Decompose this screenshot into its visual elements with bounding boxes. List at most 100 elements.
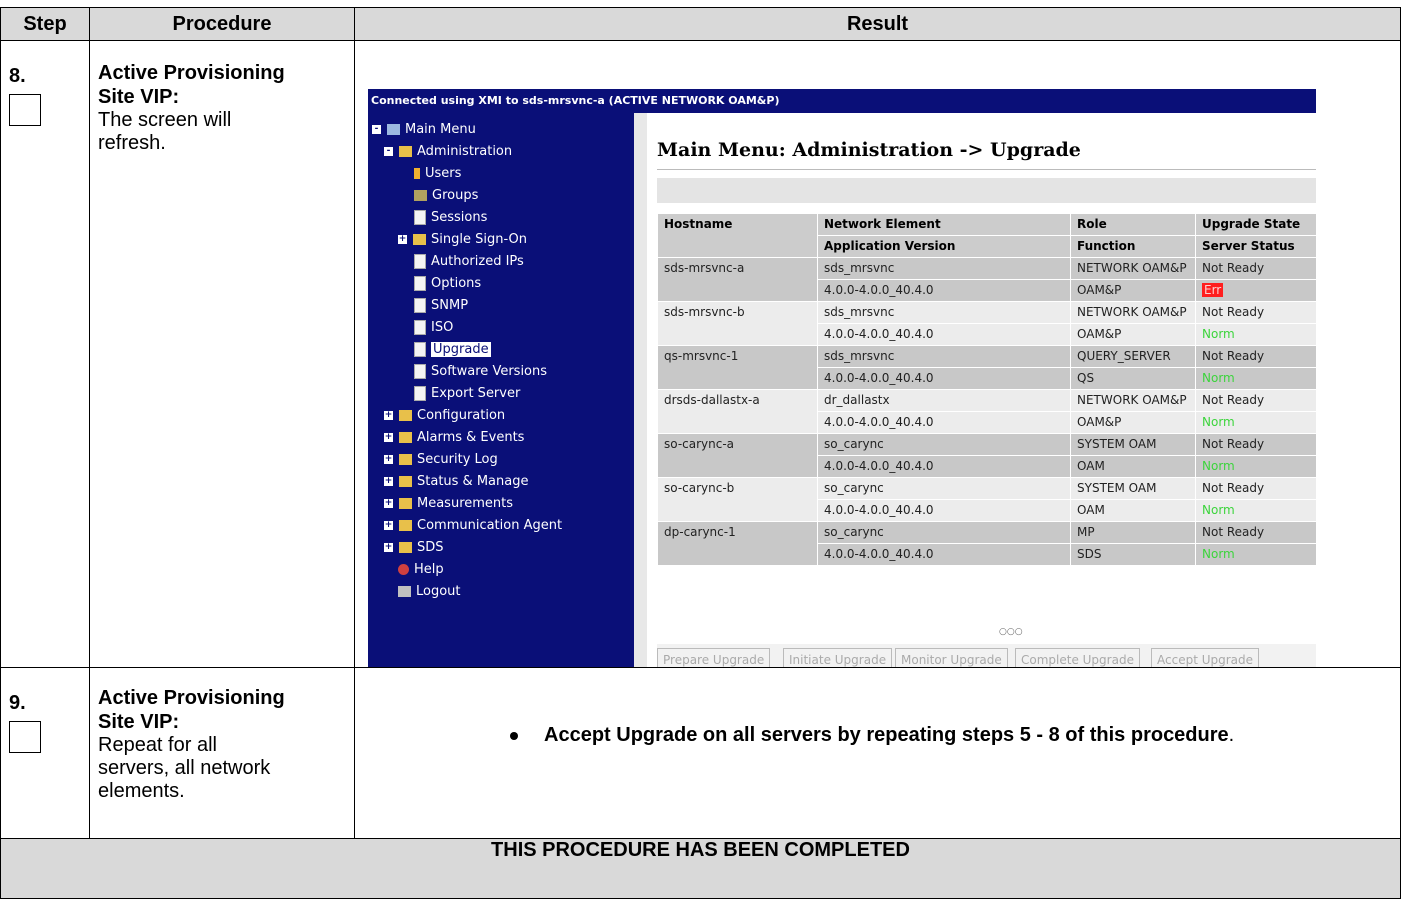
nav-configuration[interactable]: + Configuration	[384, 405, 505, 426]
step-checkbox[interactable]	[9, 94, 41, 126]
page-icon	[414, 298, 426, 313]
nav-software-versions[interactable]: Software Versions	[414, 361, 547, 382]
server-status-cell: Norm	[1195, 411, 1316, 434]
hostname-cell[interactable]: so-carync-a	[657, 433, 818, 478]
result-bullet-text: Accept Upgrade on all servers by repeati…	[544, 724, 1229, 746]
table-header-row: Hostname Network Element Role Upgrade St…	[657, 213, 1316, 258]
group-icon	[414, 190, 427, 201]
table-row[interactable]: sds-mrsvnc-a sds_mrsvnc NETWORK OAM&P Not R…	[657, 257, 1316, 302]
nav-export-server[interactable]: Export Server	[414, 383, 520, 404]
step-cell: 9.	[0, 667, 90, 839]
nav-iso[interactable]: ISO	[414, 317, 453, 338]
column-header[interactable]: Application Version	[817, 235, 1071, 258]
function-cell: OAM	[1070, 455, 1196, 478]
procedure-text: refresh.	[98, 132, 166, 154]
folder-icon	[413, 234, 426, 245]
nav-logout[interactable]: Logout	[398, 581, 461, 602]
step-number: 9.	[9, 692, 26, 714]
procedure-text: elements.	[98, 780, 185, 802]
step-checkbox[interactable]	[9, 721, 41, 753]
step-number: 8.	[9, 65, 26, 87]
nav-administration[interactable]: - Administration	[384, 141, 512, 162]
procedure-title: Site VIP:	[98, 86, 180, 108]
nav-security-log[interactable]: + Security Log	[384, 449, 498, 470]
function-cell: OAM&P	[1070, 411, 1196, 434]
step-cell: 8.	[0, 40, 90, 668]
prepare-upgrade-button[interactable]: Prepare Upgrade	[657, 648, 771, 667]
nav-alarms-events[interactable]: + Alarms & Events	[384, 427, 524, 448]
computer-icon	[387, 124, 400, 135]
network-element-cell: sds_mrsvnc	[817, 257, 1071, 280]
table-row[interactable]: drsds-dallastx-a dr_dallastx NETWORK OAM&P…	[657, 389, 1316, 434]
nav-status-manage[interactable]: + Status & Manage	[384, 471, 528, 492]
accept-upgrade-button[interactable]: Accept Upgrade	[1151, 648, 1260, 667]
expand-icon: +	[384, 520, 393, 530]
role-cell: NETWORK OAM&P	[1070, 389, 1196, 412]
hostname-cell[interactable]: sds-mrsvnc-a	[657, 257, 818, 302]
status-badge: Norm	[1202, 459, 1235, 473]
role-cell: QUERY_SERVER	[1070, 345, 1196, 368]
nav-upgrade[interactable]: Upgrade	[414, 339, 491, 360]
page-icon	[414, 276, 426, 291]
table-row[interactable]: so-carync-b so_carync SYSTEM OAM Not Ready	[657, 477, 1316, 522]
column-header[interactable]: Server Status	[1195, 235, 1316, 258]
procedure-text: The screen will	[98, 109, 232, 131]
hostname-cell[interactable]: so-carync-b	[657, 477, 818, 522]
nav-snmp[interactable]: SNMP	[414, 295, 468, 316]
upgrade-button-bar: Prepare Upgrade Initiate Upgrade Monitor…	[657, 644, 1316, 667]
bullet-icon	[510, 731, 518, 740]
table-row[interactable]: sds-mrsvnc-b sds_mrsvnc NETWORK OAM&P Not R…	[657, 301, 1316, 346]
nav-sessions[interactable]: Sessions	[414, 207, 487, 228]
table-row[interactable]: qs-mrsvnc-1 sds_mrsvnc QUERY_SERVER Not Rea…	[657, 345, 1316, 390]
nav-groups[interactable]: Groups	[414, 185, 478, 206]
nav-main-menu[interactable]: - Main Menu	[372, 119, 476, 140]
pane-splitter[interactable]	[634, 113, 647, 667]
resize-dots-icon: ○○○	[999, 627, 1023, 637]
application-version-cell: 4.0.0-4.0.0_40.4.0	[817, 499, 1071, 522]
procedure-cell: Active Provisioning Site VIP: Repeat for…	[89, 667, 355, 839]
complete-upgrade-button[interactable]: Complete Upgrade	[1015, 648, 1140, 667]
page-icon	[414, 364, 426, 379]
column-header[interactable]: Upgrade State	[1195, 213, 1316, 236]
nav-communication-agent[interactable]: + Communication Agent	[384, 515, 562, 536]
table-row[interactable]: so-carync-a so_carync SYSTEM OAM Not Ready	[657, 433, 1316, 478]
server-status-cell: Norm	[1195, 455, 1316, 478]
role-cell: MP	[1070, 521, 1196, 544]
result-cell: Connected using XMI to sds-mrsvnc-a (ACT…	[354, 40, 1401, 668]
step-row: 8. Active Provisioning Site VIP: The scr…	[0, 40, 1401, 668]
user-icon	[414, 168, 420, 179]
status-badge: Norm	[1202, 371, 1235, 385]
nav-users[interactable]: Users	[414, 163, 461, 184]
column-header[interactable]: Network Element	[817, 213, 1071, 236]
nav-options[interactable]: Options	[414, 273, 481, 294]
upgrade-screenshot: Connected using XMI to sds-mrsvnc-a (ACT…	[368, 89, 1316, 667]
procedure-text: Repeat for all	[98, 734, 217, 756]
application-version-cell: 4.0.0-4.0.0_40.4.0	[817, 279, 1071, 302]
logout-icon	[398, 586, 411, 597]
nav-single-sign-on[interactable]: + Single Sign-On	[398, 229, 527, 250]
application-version-cell: 4.0.0-4.0.0_40.4.0	[817, 455, 1071, 478]
nav-measurements[interactable]: + Measurements	[384, 493, 513, 514]
procedure-title: Site VIP:	[98, 711, 180, 733]
page-icon	[414, 254, 426, 269]
folder-icon	[399, 432, 412, 443]
server-status-cell: Norm	[1195, 323, 1316, 346]
hostname-cell[interactable]: drsds-dallastx-a	[657, 389, 818, 434]
column-header[interactable]: Role	[1070, 213, 1196, 236]
nav-sds[interactable]: + SDS	[384, 537, 444, 558]
function-cell: OAM	[1070, 499, 1196, 522]
toolbar-band	[657, 178, 1316, 203]
hostname-cell[interactable]: qs-mrsvnc-1	[657, 345, 818, 390]
folder-icon	[399, 498, 412, 509]
column-header[interactable]: Function	[1070, 235, 1196, 258]
monitor-upgrade-button[interactable]: Monitor Upgrade	[895, 648, 1008, 667]
application-version-cell: 4.0.0-4.0.0_40.4.0	[817, 543, 1071, 566]
nav-help[interactable]: Help	[398, 559, 444, 580]
hostname-cell[interactable]: sds-mrsvnc-b	[657, 301, 818, 346]
table-row[interactable]: dp-carync-1 so_carync MP Not Ready	[657, 521, 1316, 566]
result-bullet-tail: .	[1228, 724, 1235, 746]
nav-authorized-ips[interactable]: Authorized IPs	[414, 251, 524, 272]
hostname-cell[interactable]: dp-carync-1	[657, 521, 818, 566]
initiate-upgrade-button[interactable]: Initiate Upgrade	[783, 648, 893, 667]
column-header[interactable]: Hostname	[657, 213, 818, 258]
